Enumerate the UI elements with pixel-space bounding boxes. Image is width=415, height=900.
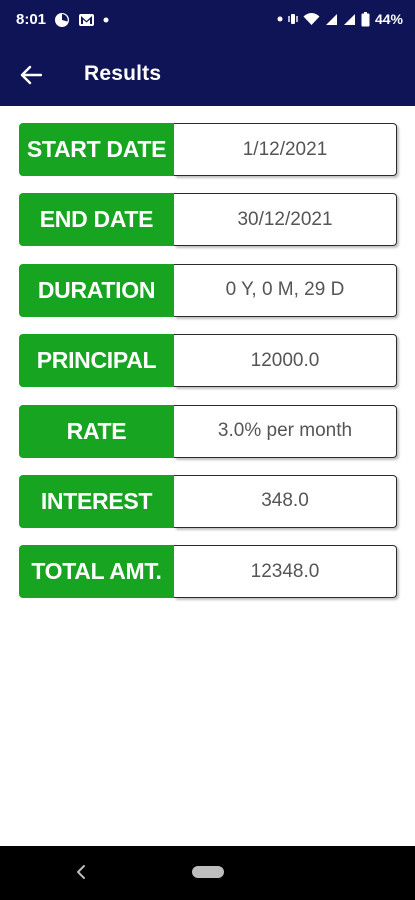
battery-icon: [361, 11, 370, 27]
result-row-rate: RATE 3.0% per month: [19, 404, 397, 458]
results-list: START DATE 1/12/2021 END DATE 30/12/2021…: [19, 123, 397, 616]
signal-icon: [343, 13, 356, 26]
page-title: Results: [84, 62, 162, 85]
signal-icon: [325, 13, 338, 26]
result-label: START DATE: [19, 123, 174, 176]
result-row-principal: PRINCIPAL 12000.0: [19, 334, 397, 388]
result-label: PRINCIPAL: [19, 334, 174, 388]
back-button[interactable]: [14, 59, 48, 91]
gmail-icon: [78, 13, 95, 27]
result-label: INTEREST: [19, 474, 174, 528]
nav-back-button[interactable]: [70, 860, 92, 884]
result-value: 0 Y, 0 M, 29 D: [174, 263, 397, 317]
result-value: 3.0% per month: [174, 404, 397, 458]
result-label: TOTAL AMT.: [19, 545, 174, 599]
chevron-left-icon: [77, 865, 85, 879]
arrow-left-icon: [20, 65, 42, 85]
result-value: 12348.0: [174, 545, 397, 599]
result-value: 1/12/2021: [174, 123, 397, 176]
wifi-icon: [303, 12, 320, 26]
vibrate-icon: [288, 12, 298, 26]
result-value: 348.0: [174, 474, 397, 528]
status-time: 8:01: [16, 11, 47, 28]
status-left: 8:01: [16, 11, 109, 28]
navigation-bar: [0, 846, 415, 900]
dot-icon: [103, 17, 109, 23]
result-row-duration: DURATION 0 Y, 0 M, 29 D: [19, 263, 397, 317]
battery-percentage: 44%: [374, 11, 403, 27]
result-row-end-date: END DATE 30/12/2021: [19, 193, 397, 247]
result-label: RATE: [19, 404, 174, 458]
dot-icon: [277, 16, 283, 22]
result-row-total-amount: TOTAL AMT. 12348.0: [19, 545, 397, 599]
result-row-interest: INTEREST 348.0: [19, 474, 397, 528]
nav-home-pill[interactable]: [192, 866, 224, 878]
result-value: 12000.0: [174, 334, 397, 388]
status-right: 44%: [277, 11, 403, 27]
result-label: END DATE: [19, 193, 174, 247]
status-bar: 8:01 44%: [0, 0, 415, 44]
result-label: DURATION: [19, 263, 174, 317]
pie-chart-icon: [54, 12, 70, 28]
app-bar: Results: [0, 44, 415, 106]
result-row-start-date: START DATE 1/12/2021: [19, 123, 397, 176]
result-value: 30/12/2021: [174, 193, 397, 247]
